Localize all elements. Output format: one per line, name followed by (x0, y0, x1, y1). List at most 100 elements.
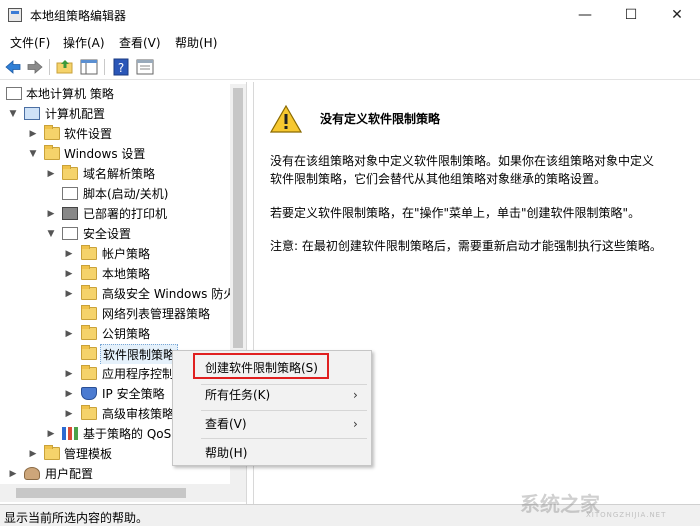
console-tree-icon[interactable] (80, 58, 98, 76)
content-paragraph-1-line-2: 软件限制策略，它们会替代从其他组策略对象继承的策略设置。 (270, 172, 607, 186)
printer-icon (62, 207, 78, 220)
menu-item-label: 帮助(H) (205, 446, 248, 460)
tree-horizontal-scrollbar[interactable] (0, 484, 246, 502)
title-bar: 本地组策略编辑器 — ☐ ✕ (0, 0, 700, 30)
context-menu-help[interactable]: 帮助(H) (173, 440, 371, 466)
folder-icon (44, 445, 60, 460)
collapsed-chevron-icon[interactable]: ▶ (64, 284, 74, 304)
folder-icon (81, 245, 97, 260)
menu-bar: 文件(F) 操作(A) 查看(V) 帮助(H) (0, 30, 700, 52)
submenu-arrow-icon: › (353, 388, 358, 402)
tree-item-scripts[interactable]: 脚本(启动/关机) (0, 184, 230, 204)
collapsed-chevron-icon[interactable]: ▶ (46, 204, 56, 224)
toolbar: ? (0, 54, 700, 80)
menu-help[interactable]: 帮助(H) (175, 34, 217, 51)
tree-item-dns-policy[interactable]: ▶ 域名解析策略 (0, 164, 230, 184)
tree-item-windows-settings[interactable]: ▼ Windows 设置 (0, 144, 230, 164)
folder-icon (62, 165, 78, 180)
expanded-chevron-icon[interactable]: ▼ (28, 144, 38, 164)
folder-icon (81, 345, 97, 360)
minimize-button[interactable]: — (562, 0, 608, 30)
scrollbar-thumb[interactable] (233, 88, 243, 348)
ip-security-shield-icon (81, 387, 97, 400)
content-heading: 没有定义软件限制策略 (320, 112, 441, 126)
menu-file[interactable]: 文件(F) (10, 34, 50, 51)
tree-item-user-config[interactable]: ▶ 用户配置 (0, 464, 230, 484)
forward-arrow-icon[interactable] (26, 58, 44, 76)
collapsed-chevron-icon[interactable]: ▶ (28, 124, 38, 144)
context-menu-view[interactable]: 查看(V) › (173, 411, 371, 437)
folder-icon (44, 125, 60, 140)
tree-item-local-policies[interactable]: ▶ 本地策略 (0, 264, 230, 284)
folder-icon (81, 325, 97, 340)
tree-item-account-policies[interactable]: ▶ 帐户策略 (0, 244, 230, 264)
tree-item-security-settings[interactable]: ▼ 安全设置 (0, 224, 230, 244)
toolbar-separator (49, 59, 50, 75)
folder-icon (81, 285, 97, 300)
gpedit-app-icon (8, 8, 22, 22)
properties-icon[interactable] (136, 58, 154, 76)
computer-icon (24, 107, 40, 120)
collapsed-chevron-icon[interactable]: ▶ (64, 324, 74, 344)
tree-label: 管理模板 (64, 447, 113, 461)
tree-label: 脚本(启动/关机) (83, 187, 169, 201)
close-button[interactable]: ✕ (654, 0, 700, 30)
window-title: 本地组策略编辑器 (30, 9, 127, 23)
policy-doc-icon (6, 87, 22, 100)
tree-item-public-key[interactable]: ▶ 公钥策略 (0, 324, 230, 344)
expanded-chevron-icon[interactable]: ▼ (8, 104, 18, 124)
menu-separator (201, 438, 367, 439)
tree-label: 本地策略 (102, 267, 151, 281)
scrollbar-thumb[interactable] (16, 488, 186, 498)
tree-label: 计算机配置 (45, 107, 106, 121)
tree-label: 公钥策略 (102, 327, 151, 341)
back-arrow-icon[interactable] (4, 58, 22, 76)
folder-icon (81, 365, 97, 380)
user-icon (24, 467, 40, 480)
context-menu-all-tasks[interactable]: 所有任务(K) › (173, 382, 371, 408)
collapsed-chevron-icon[interactable]: ▶ (64, 364, 74, 384)
annotation-highlight-box (193, 353, 329, 379)
content-paragraph-1-line-1: 没有在该组策略对象中定义软件限制策略。如果你在该组策略对象中定义 (270, 154, 655, 168)
folder-up-icon[interactable] (56, 58, 74, 76)
tree-label: 已部署的打印机 (83, 207, 168, 221)
menu-item-label: 查看(V) (205, 417, 247, 431)
qos-chart-icon (62, 427, 78, 440)
tree-label: 用户配置 (45, 467, 94, 481)
tree-label: 网络列表管理器策略 (102, 307, 211, 321)
warning-icon (270, 105, 302, 133)
collapsed-chevron-icon[interactable]: ▶ (64, 384, 74, 404)
collapsed-chevron-icon[interactable]: ▶ (46, 164, 56, 184)
tree-label: 软件设置 (64, 127, 113, 141)
tree-item-network-list[interactable]: 网络列表管理器策略 (0, 304, 230, 324)
tree-label: 基于策略的 QoS (83, 427, 172, 441)
folder-icon (81, 265, 97, 280)
tree-label: Windows 设置 (64, 147, 146, 161)
expanded-chevron-icon[interactable]: ▼ (46, 224, 56, 244)
maximize-button[interactable]: ☐ (608, 0, 654, 30)
collapsed-chevron-icon[interactable]: ▶ (64, 264, 74, 284)
menu-action[interactable]: 操作(A) (63, 34, 105, 51)
tree-item-root[interactable]: 本地计算机 策略 (0, 84, 230, 104)
tree-item-printers[interactable]: ▶ 已部署的打印机 (0, 204, 230, 224)
collapsed-chevron-icon[interactable]: ▶ (8, 464, 18, 484)
content-paragraph-3: 注意: 在最初创建软件限制策略后，需要重新启动才能强制执行这些策略。 (270, 239, 662, 253)
svg-text:?: ? (118, 61, 124, 75)
tree-item-computer-config[interactable]: ▼ 计算机配置 (0, 104, 230, 124)
menu-item-label: 所有任务(K) (205, 388, 271, 402)
collapsed-chevron-icon[interactable]: ▶ (46, 424, 56, 444)
tree-item-software-settings[interactable]: ▶ 软件设置 (0, 124, 230, 144)
menu-view[interactable]: 查看(V) (119, 34, 161, 51)
tree-item-firewall[interactable]: ▶ 高级安全 Windows 防火墙 (0, 284, 230, 304)
tree-label: IP 安全策略 (102, 387, 165, 401)
collapsed-chevron-icon[interactable]: ▶ (64, 404, 74, 424)
help-icon[interactable]: ? (112, 58, 130, 76)
tree-label-selected: 软件限制策略 (100, 344, 179, 364)
tree-label: 域名解析策略 (83, 167, 156, 181)
folder-icon (81, 305, 97, 320)
content-paragraph-2: 若要定义软件限制策略，在"操作"菜单上，单击"创建软件限制策略"。 (270, 206, 641, 220)
watermark-url: XITONGZHIJIA.NET (586, 511, 667, 519)
tree-label: 安全设置 (83, 227, 132, 241)
collapsed-chevron-icon[interactable]: ▶ (28, 444, 38, 464)
collapsed-chevron-icon[interactable]: ▶ (64, 244, 74, 264)
